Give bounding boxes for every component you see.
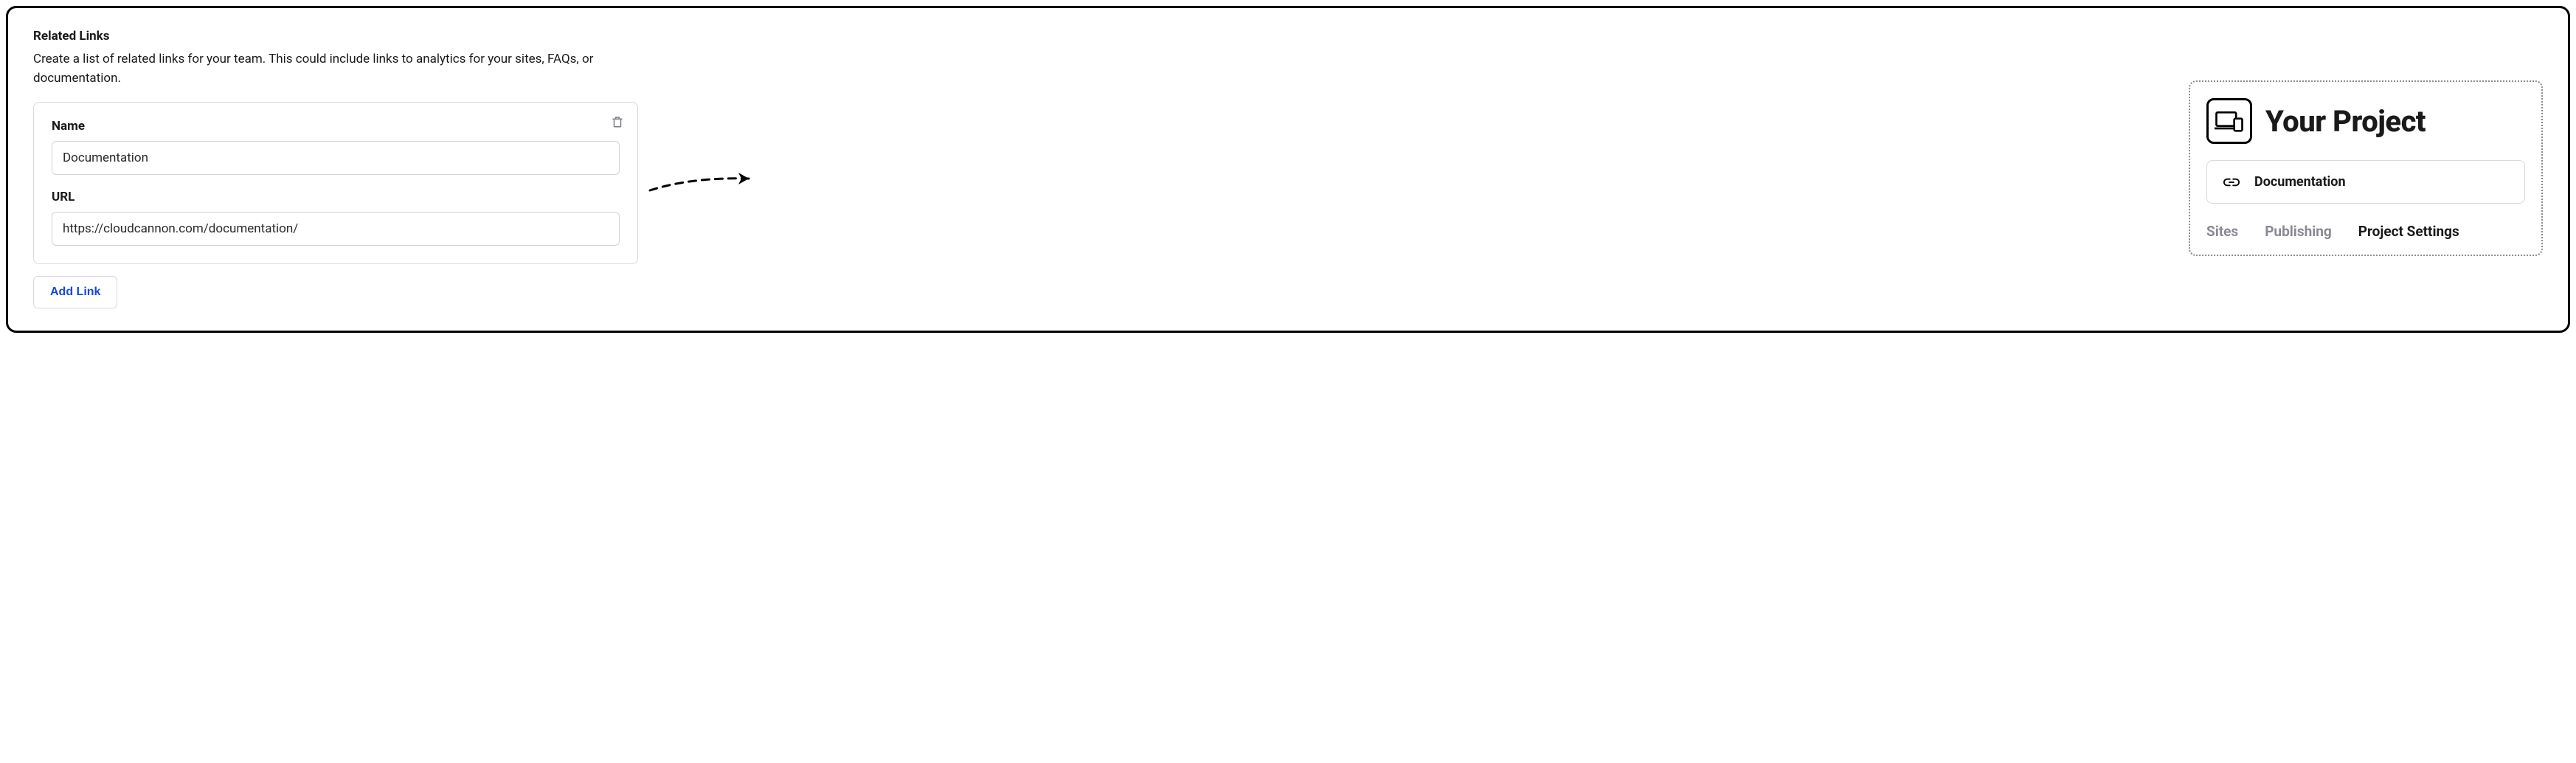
name-input[interactable] xyxy=(52,141,620,175)
project-tabs: Sites Publishing Project Settings xyxy=(2206,223,2525,240)
url-label: URL xyxy=(52,190,620,204)
tab-project-settings[interactable]: Project Settings xyxy=(2358,223,2459,240)
project-header: Your Project xyxy=(2206,98,2525,144)
preview-card: Your Project Documentation Sites Publish… xyxy=(2189,80,2543,256)
url-input[interactable] xyxy=(52,212,620,246)
related-links-form: Related Links Create a list of related l… xyxy=(33,29,638,308)
project-preview: Your Project Documentation Sites Publish… xyxy=(2189,80,2543,256)
add-link-button[interactable]: Add Link xyxy=(33,276,117,308)
documentation-link-pill[interactable]: Documentation xyxy=(2206,160,2525,204)
delete-icon[interactable] xyxy=(611,114,624,129)
related-links-panel: Related Links Create a list of related l… xyxy=(6,6,2570,333)
name-field-group: Name xyxy=(52,119,620,175)
url-field-group: URL xyxy=(52,190,620,246)
section-title: Related Links xyxy=(33,29,638,44)
link-icon xyxy=(2222,176,2241,189)
project-title: Your Project xyxy=(2265,104,2426,139)
tab-publishing[interactable]: Publishing xyxy=(2265,223,2332,240)
devices-icon xyxy=(2206,98,2252,144)
documentation-link-label: Documentation xyxy=(2254,174,2346,190)
name-label: Name xyxy=(52,119,620,134)
section-description: Create a list of related links for your … xyxy=(33,49,638,89)
tab-sites[interactable]: Sites xyxy=(2206,223,2238,240)
link-item-card: Name URL xyxy=(33,102,638,264)
arrow-icon xyxy=(647,168,765,198)
